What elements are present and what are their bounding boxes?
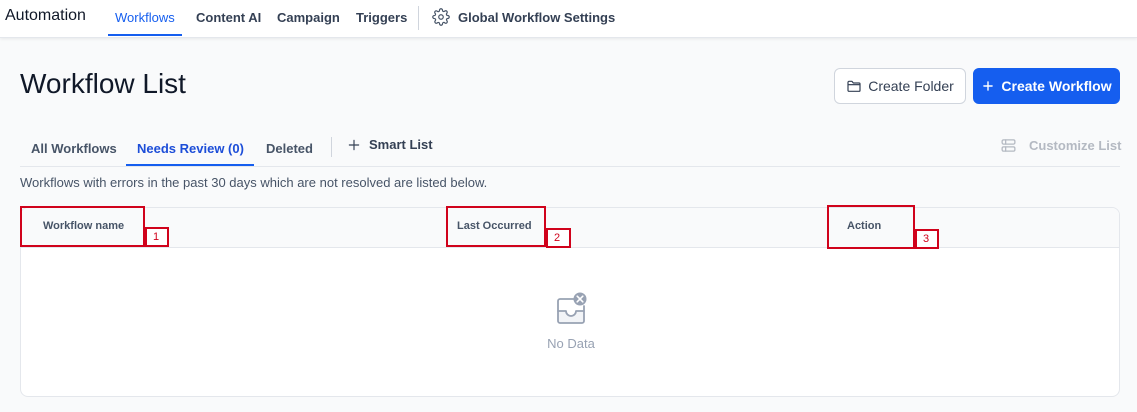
- active-tab-indicator: [108, 34, 182, 36]
- tabs-border: [20, 166, 1120, 167]
- page-title: Workflow List: [20, 68, 186, 99]
- create-folder-button[interactable]: Create Folder: [834, 68, 966, 104]
- page-description: Workflows with errors in the past 30 day…: [20, 175, 488, 190]
- app-title: Automation: [5, 7, 86, 24]
- create-workflow-label: Create Workflow: [1001, 78, 1112, 94]
- plus-icon: [983, 81, 994, 91]
- subtab-needs-review[interactable]: Needs Review (0): [137, 141, 244, 156]
- customize-list-button[interactable]: Customize List: [1000, 137, 1121, 154]
- subtab-deleted[interactable]: Deleted: [266, 141, 313, 156]
- tab-campaign[interactable]: Campaign: [277, 10, 340, 25]
- tab-content-ai[interactable]: Content AI: [196, 10, 261, 25]
- smart-list-label: Smart List: [369, 137, 433, 152]
- create-folder-label: Create Folder: [868, 78, 954, 94]
- customize-list-label: Customize List: [1029, 138, 1122, 153]
- annotation-label-1: 1: [145, 227, 169, 247]
- columns-icon: [1001, 139, 1016, 152]
- empty-state-text: No Data: [547, 336, 595, 351]
- folder-icon: [847, 80, 861, 92]
- global-workflow-settings-link[interactable]: Global Workflow Settings: [432, 8, 615, 26]
- annotation-box-2: [446, 206, 546, 247]
- settings-label: Global Workflow Settings: [458, 9, 616, 25]
- subtab-all-workflows[interactable]: All Workflows: [31, 141, 117, 156]
- annotation-box-3: [827, 205, 915, 249]
- annotation-label-2: 2: [546, 228, 571, 248]
- create-workflow-button[interactable]: Create Workflow: [973, 68, 1120, 104]
- annotation-label-3: 3: [915, 229, 939, 249]
- nav-divider: [418, 6, 419, 30]
- smart-list-button[interactable]: Smart List: [347, 137, 433, 152]
- tab-triggers[interactable]: Triggers: [356, 10, 407, 25]
- tab-workflows[interactable]: Workflows: [115, 10, 175, 25]
- subtab-divider: [331, 137, 332, 157]
- gear-icon: [432, 8, 450, 26]
- empty-inbox-icon: [555, 292, 589, 331]
- plus-icon: [348, 139, 360, 150]
- annotation-box-1: [20, 206, 145, 247]
- top-navigation: Automation Workflows Content AI Campaign…: [0, 0, 1137, 38]
